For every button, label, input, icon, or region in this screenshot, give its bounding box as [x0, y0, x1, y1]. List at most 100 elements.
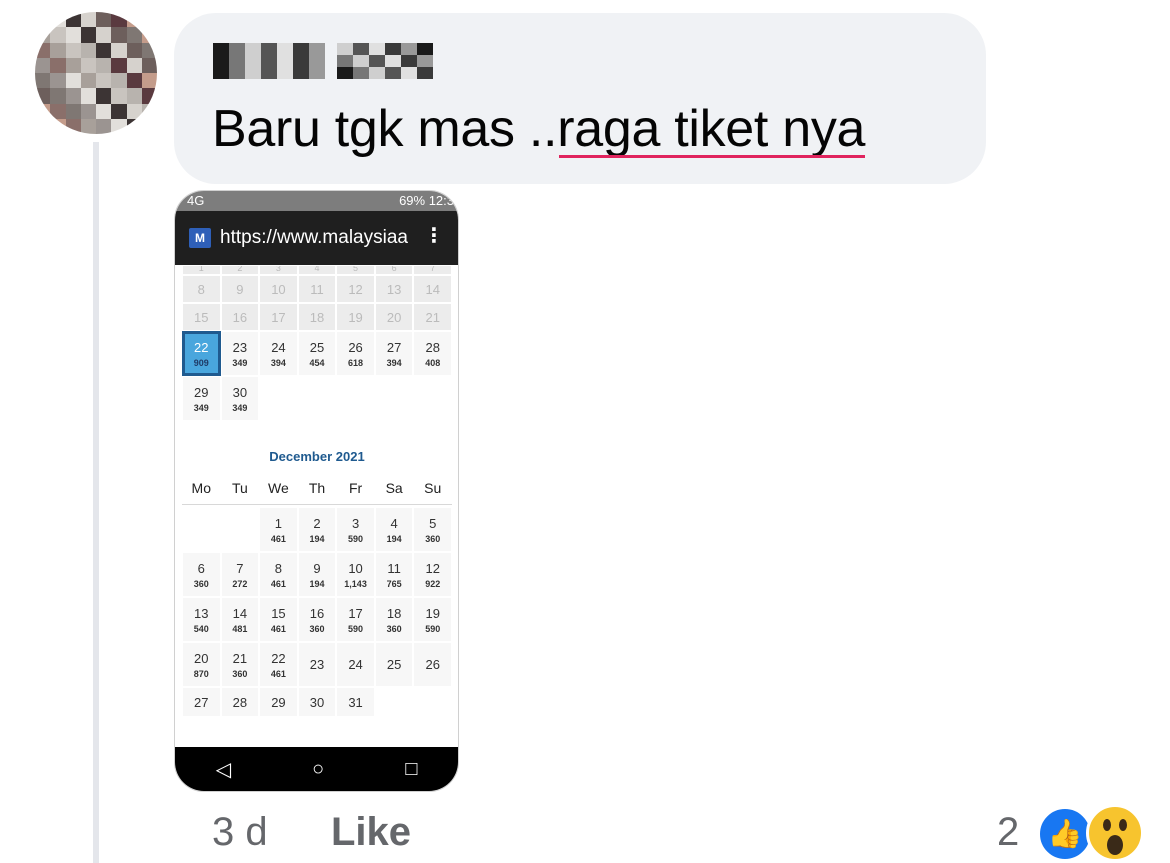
- calendar-day[interactable]: 1 461: [259, 507, 298, 552]
- calendar-day[interactable]: 23 349: [220, 331, 260, 376]
- android-nav-bar: ◁ ○ □: [175, 747, 458, 791]
- calendar-day[interactable]: 19 590: [413, 597, 452, 642]
- day-price: 909: [193, 358, 209, 368]
- calendar-day[interactable]: 30 349: [220, 376, 260, 421]
- calendar-day[interactable]: 12 922: [413, 552, 452, 597]
- day-price: 360: [232, 669, 248, 679]
- calendar-day[interactable]: 5 360: [413, 507, 452, 552]
- day-price: 408: [425, 358, 441, 368]
- calendar-day[interactable]: 24: [336, 642, 375, 687]
- calendar-day-past: 17: [259, 303, 298, 331]
- day-number: 1: [198, 265, 204, 273]
- day-number: 8: [197, 282, 205, 297]
- calendar-day[interactable]: 11 765: [374, 552, 414, 597]
- calendar-day[interactable]: 15 461: [259, 597, 298, 642]
- calendar-day[interactable]: 3 590: [336, 507, 375, 552]
- calendar-day[interactable]: 29: [259, 687, 298, 717]
- calendar-day-past: 15: [182, 303, 221, 331]
- day-number: 11: [387, 561, 401, 576]
- calendar-day[interactable]: 27: [182, 687, 221, 717]
- calendar-day-past: 10: [259, 275, 298, 303]
- calendar-day-past: 13: [374, 275, 414, 303]
- day-number: 15: [271, 606, 286, 621]
- like-button[interactable]: Like: [331, 810, 411, 855]
- avatar[interactable]: [35, 12, 157, 134]
- calendar-day[interactable]: 22 461: [259, 642, 298, 687]
- day-price: 360: [425, 534, 441, 544]
- calendar-day[interactable]: 8 461: [259, 552, 298, 597]
- calendar-day[interactable]: 16 360: [297, 597, 337, 642]
- calendar-day[interactable]: 20 870: [182, 642, 221, 687]
- day-price: 349: [232, 403, 248, 413]
- calendar-day-past: 11: [297, 275, 337, 303]
- fare-calendar: 1 2 3 4 5 6 7 8 9 10 11 12 13 14 15 16 17 18 19 20 21 22 909 23…: [182, 265, 452, 717]
- comment-text: Baru tgk mas ..raga tiket nya: [212, 98, 865, 160]
- day-number: 25: [309, 340, 325, 355]
- day-price: 618: [348, 358, 364, 368]
- day-number: 27: [194, 695, 209, 710]
- calendar-day-past: 5: [336, 265, 375, 275]
- month-title: December 2021: [269, 449, 365, 464]
- url-text: https://www.malaysiaa: [220, 227, 408, 248]
- back-icon: ◁: [215, 758, 231, 781]
- day-price: 360: [193, 579, 209, 589]
- calendar-day[interactable]: 30: [297, 687, 337, 717]
- calendar-day-past: 1: [182, 265, 221, 275]
- day-number: 18: [309, 310, 325, 325]
- day-number: 13: [386, 282, 402, 297]
- day-price: 394: [270, 358, 286, 368]
- day-number: 6: [197, 561, 205, 576]
- wow-icon[interactable]: [1086, 804, 1144, 862]
- calendar-day[interactable]: 2 194: [297, 507, 337, 552]
- day-price: 360: [386, 624, 402, 634]
- weekday-label: Tu: [231, 480, 248, 496]
- day-number: 4: [390, 516, 398, 531]
- calendar-day[interactable]: 27 394: [374, 331, 414, 376]
- day-number: 28: [425, 340, 440, 355]
- calendar-day[interactable]: 17 590: [336, 597, 375, 642]
- calendar-day[interactable]: 25 454: [297, 331, 337, 376]
- calendar-day[interactable]: 4 194: [374, 507, 414, 552]
- day-number: 19: [348, 310, 363, 325]
- day-number: 26: [348, 340, 363, 355]
- calendar-day-past: 3: [259, 265, 298, 275]
- day-number: 30: [232, 385, 248, 400]
- calendar-day[interactable]: 10 1,143: [336, 552, 375, 597]
- calendar-day[interactable]: 6 360: [182, 552, 221, 597]
- signal-indicator: 4G: [187, 193, 205, 208]
- day-price: 590: [348, 624, 364, 634]
- calendar-day[interactable]: 26 618: [336, 331, 375, 376]
- like-icon[interactable]: 👍: [1037, 806, 1093, 862]
- comment-timestamp[interactable]: 3 d: [212, 810, 268, 855]
- calendar-day[interactable]: 28: [220, 687, 260, 717]
- calendar-day[interactable]: 29 349: [182, 376, 221, 421]
- calendar-day[interactable]: 25: [374, 642, 414, 687]
- day-number: 12: [425, 561, 440, 576]
- calendar-day[interactable]: 24 394: [259, 331, 298, 376]
- calendar-day[interactable]: 7 272: [220, 552, 260, 597]
- calendar-day[interactable]: 28 408: [413, 331, 452, 376]
- calendar-day[interactable]: 18 360: [374, 597, 414, 642]
- day-price: 461: [270, 669, 286, 679]
- calendar-day-selected[interactable]: 22 909: [182, 331, 221, 376]
- comment-text-flagged: raga tiket nya: [557, 100, 866, 158]
- day-number: 16: [309, 606, 325, 621]
- calendar-day[interactable]: 9 194: [297, 552, 337, 597]
- reaction-count[interactable]: 2: [997, 810, 1019, 855]
- calendar-day[interactable]: 13 540: [182, 597, 221, 642]
- day-number: 14: [232, 606, 248, 621]
- phone-status-bar: 4G 69% 12:3: [175, 191, 458, 211]
- weekday-header: Mo Tu We Th Fr Sa Su: [182, 480, 452, 505]
- calendar-day[interactable]: 23: [297, 642, 337, 687]
- day-number: 23: [232, 340, 248, 355]
- weekday-label: Fr: [348, 480, 363, 496]
- calendar-day[interactable]: 31: [336, 687, 375, 717]
- calendar-day[interactable]: 14 481: [220, 597, 260, 642]
- attached-screenshot[interactable]: 4G 69% 12:3 M https://www.malaysiaa ⋮ 12…: [174, 190, 459, 792]
- author-name-pixelated[interactable]: [213, 43, 433, 79]
- day-number: 9: [313, 561, 321, 576]
- day-price: 272: [232, 579, 248, 589]
- calendar-day[interactable]: 26: [413, 642, 452, 687]
- day-number: 10: [271, 282, 286, 297]
- calendar-day[interactable]: 21 360: [220, 642, 260, 687]
